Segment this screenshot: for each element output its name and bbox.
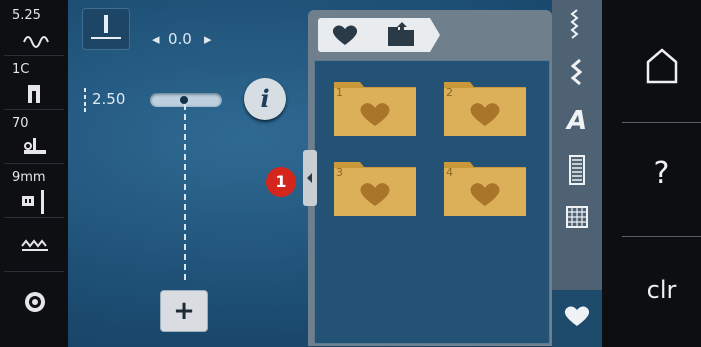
- personal-memory-heart-icon: [564, 306, 590, 326]
- chevron-left-icon: [307, 173, 312, 183]
- stitch-length-icon: [23, 36, 49, 48]
- stitch-width-value: 2.50: [92, 90, 126, 108]
- folder-number: 4: [446, 166, 453, 179]
- folder-icon: [334, 82, 416, 136]
- category-decorative[interactable]: [552, 2, 602, 50]
- presser-foot-button[interactable]: 1C: [4, 58, 64, 110]
- plus-icon: +: [173, 296, 195, 326]
- needle-right-arrow-icon[interactable]: ▸: [204, 30, 212, 48]
- needle-button[interactable]: 70: [4, 112, 64, 164]
- folder-number: 2: [446, 86, 453, 99]
- feed-dog-button[interactable]: [4, 220, 64, 272]
- bobbin-thread-icon: [25, 292, 45, 312]
- folder-icon: [444, 162, 526, 216]
- folder-2[interactable]: 2: [442, 76, 528, 138]
- divider: [622, 122, 701, 123]
- callout-badge: 1: [266, 167, 296, 197]
- feed-dog-icon: [21, 239, 48, 251]
- presser-foot-label: 1C: [12, 62, 30, 77]
- folder-icon: [444, 82, 526, 136]
- buttonhole-icon: [569, 155, 585, 185]
- bobbin-button[interactable]: [4, 274, 64, 326]
- quilt-stitch-icon: [566, 206, 588, 228]
- category-quilt[interactable]: [552, 194, 602, 242]
- stitch-length-button[interactable]: 5.25: [4, 4, 64, 56]
- add-stitch-button[interactable]: +: [160, 290, 208, 332]
- help-icon: ?: [653, 156, 670, 191]
- sewing-machine-screen: 5.25 1C 70 9mm ◂ 0.0 ▸ 2.50 i + 1 2 3 4 …: [0, 0, 701, 347]
- breadcrumb-heart[interactable]: [318, 18, 372, 52]
- needle-left-arrow-icon[interactable]: ◂: [152, 30, 160, 48]
- breadcrumb-end: [430, 18, 440, 52]
- divider: [622, 236, 701, 237]
- folder-number: 3: [336, 166, 343, 179]
- needle-tension-icon: [24, 138, 46, 154]
- folder-1[interactable]: 1: [332, 76, 418, 138]
- folder-3[interactable]: 3: [332, 156, 418, 218]
- home-button[interactable]: [622, 10, 701, 110]
- stitch-length-label: 5.25: [12, 8, 41, 23]
- folder-icon: [334, 162, 416, 216]
- left-sidebar: 5.25 1C 70 9mm: [0, 0, 68, 347]
- heart-icon: [332, 25, 358, 45]
- home-icon: [646, 48, 678, 84]
- folder-number: 1: [336, 86, 343, 99]
- presser-foot-icon: [28, 85, 40, 103]
- stitch-width-plate-icon: [22, 190, 44, 214]
- info-button[interactable]: i: [244, 78, 286, 120]
- practical-stitch-icon: [570, 58, 583, 86]
- slider-knob[interactable]: [180, 96, 188, 104]
- category-practical[interactable]: [552, 50, 602, 98]
- category-alphabet[interactable]: A: [552, 98, 602, 146]
- stitch-plate-label: 9mm: [12, 170, 46, 185]
- clear-label: clr: [646, 276, 677, 304]
- stitch-width-icon: [84, 88, 86, 112]
- folder-upload-icon: [388, 22, 414, 46]
- needle-position-icon: [91, 15, 121, 39]
- info-icon: i: [260, 84, 270, 113]
- collapse-panel-button[interactable]: [303, 150, 317, 206]
- category-buttonhole[interactable]: [552, 146, 602, 194]
- category-personal-memory[interactable]: [552, 290, 602, 347]
- clear-button[interactable]: clr: [622, 238, 701, 338]
- stitch-plate-button[interactable]: 9mm: [4, 166, 64, 218]
- help-button[interactable]: ?: [622, 124, 701, 224]
- needle-label: 70: [12, 116, 29, 131]
- stitch-preview-line: [184, 104, 186, 280]
- needle-stop-button[interactable]: [82, 8, 130, 50]
- decorative-stitch-icon: [570, 9, 579, 39]
- needle-position-value: 0.0: [168, 30, 192, 48]
- breadcrumb-folder-upload[interactable]: [372, 18, 430, 52]
- alphabet-icon: A: [566, 106, 588, 136]
- folder-4[interactable]: 4: [442, 156, 528, 218]
